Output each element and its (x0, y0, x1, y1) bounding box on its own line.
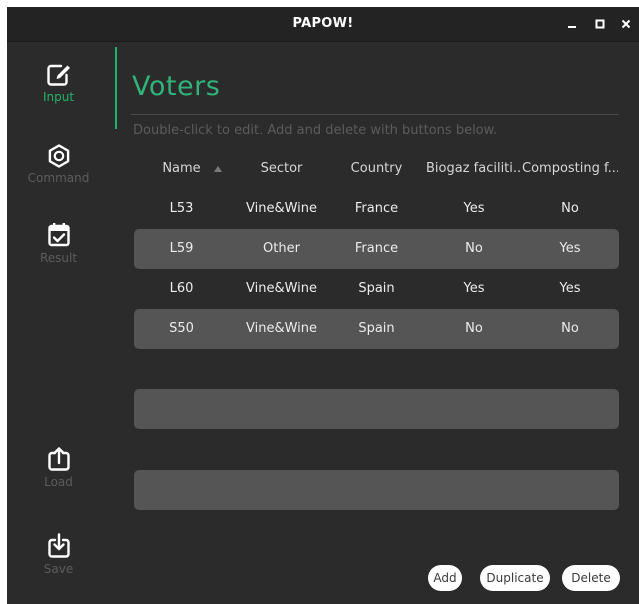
duplicate-button[interactable]: Duplicate (480, 565, 550, 591)
table-row[interactable]: L53 Vine&Wine France Yes No (134, 189, 619, 229)
cell-country[interactable]: Spain (334, 269, 419, 309)
cell-sector[interactable]: Vine&Wine (229, 309, 334, 349)
sidebar-item-label: Result (39, 251, 78, 265)
active-nav-indicator (115, 47, 117, 129)
cell-name[interactable]: L53 (134, 189, 229, 229)
table-row[interactable]: S50 Vine&Wine Spain No No (134, 309, 619, 349)
download-icon (47, 533, 70, 558)
title-bar[interactable]: PAPOW! (7, 7, 639, 42)
table-row[interactable]: L59 Other France No Yes (134, 229, 619, 269)
title-divider (131, 114, 619, 115)
column-header-country[interactable]: Country (334, 158, 419, 180)
column-header-sector[interactable]: Sector (229, 158, 334, 180)
cell-composting[interactable]: No (522, 309, 618, 349)
upload-icon (47, 447, 70, 471)
calendar-check-icon (47, 223, 70, 247)
edit-icon (46, 64, 70, 86)
sidebar-item-label: Input (42, 90, 75, 104)
sidebar-item-label: Command (27, 171, 90, 185)
maximize-button[interactable] (590, 14, 610, 34)
cell-biogaz[interactable]: Yes (426, 189, 522, 229)
cell-sector[interactable]: Other (229, 229, 334, 269)
cell-country[interactable]: France (334, 229, 419, 269)
column-header-composting[interactable]: Composting f... (522, 158, 618, 180)
add-button[interactable]: Add (428, 565, 462, 591)
table-header: Name Sector Country Biogaz faciliti... C… (134, 158, 619, 180)
cell-composting[interactable]: Yes (522, 269, 618, 309)
minimize-icon (568, 26, 576, 28)
cell-composting[interactable]: Yes (522, 229, 618, 269)
table-row-empty[interactable] (134, 389, 619, 429)
maximize-icon (595, 19, 605, 29)
sidebar-item-input[interactable]: Input (7, 63, 110, 104)
sidebar-item-result[interactable]: Result (7, 222, 110, 265)
column-header-biogaz[interactable]: Biogaz faciliti... (426, 158, 522, 180)
column-header-label: Name (162, 161, 201, 176)
app-window: PAPOW! Input Command Result Load Save Vo… (7, 7, 639, 604)
help-text: Double-click to edit. Add and delete wit… (133, 123, 498, 138)
delete-button[interactable]: Delete (562, 565, 620, 591)
cell-name[interactable]: L60 (134, 269, 229, 309)
table-row-empty[interactable] (134, 429, 619, 469)
gear-icon (48, 144, 69, 168)
sidebar-item-load[interactable]: Load (7, 446, 110, 489)
table-row-empty[interactable] (134, 470, 619, 510)
sidebar-item-save[interactable]: Save (7, 533, 110, 576)
table-row[interactable]: L60 Vine&Wine Spain Yes Yes (134, 269, 619, 309)
sidebar-item-label: Load (44, 475, 73, 489)
sidebar-item-command[interactable]: Command (7, 144, 110, 185)
cell-biogaz[interactable]: No (426, 229, 522, 269)
close-button[interactable] (616, 14, 636, 34)
cell-name[interactable]: S50 (134, 309, 229, 349)
cell-sector[interactable]: Vine&Wine (229, 189, 334, 229)
cell-country[interactable]: Spain (334, 309, 419, 349)
page-title: Voters (132, 71, 221, 102)
sort-ascending-icon (214, 166, 222, 172)
cell-biogaz[interactable]: Yes (426, 269, 522, 309)
cell-biogaz[interactable]: No (426, 309, 522, 349)
cell-composting[interactable]: No (522, 189, 618, 229)
window-title: PAPOW! (292, 16, 354, 31)
close-icon (621, 19, 631, 29)
cell-name[interactable]: L59 (134, 229, 229, 269)
table-row-empty[interactable] (134, 349, 619, 389)
minimize-button[interactable] (562, 14, 582, 34)
sidebar-item-label: Save (43, 562, 74, 576)
cell-country[interactable]: France (334, 189, 419, 229)
cell-sector[interactable]: Vine&Wine (229, 269, 334, 309)
